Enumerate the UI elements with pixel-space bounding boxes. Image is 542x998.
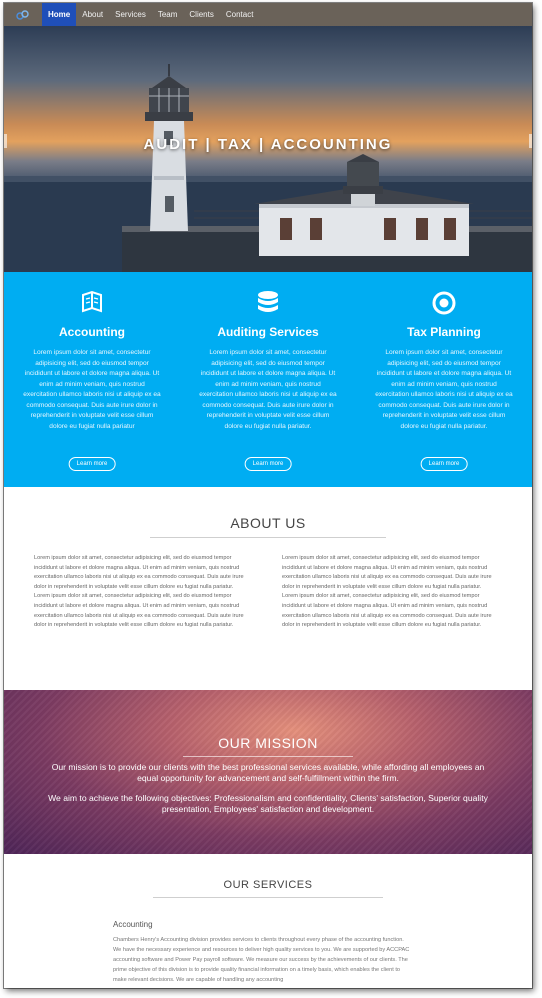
service-heading: Accounting [113, 920, 153, 929]
service-title: Accounting [59, 325, 125, 339]
database-icon [180, 290, 356, 316]
service-title: Auditing Services [217, 325, 319, 339]
about-right-column: Lorem ipsum dolor sit amet, consectetur … [282, 554, 502, 631]
nav-item-contact[interactable]: Contact [220, 3, 260, 26]
about-section: ABOUT US Lorem ipsum dolor sit amet, con… [4, 487, 532, 690]
mission-title: OUR MISSION [218, 735, 318, 751]
logo-icon[interactable] [4, 3, 42, 26]
service-description: Lorem ipsum dolor sit amet, consectetur … [23, 349, 161, 430]
learn-more-button[interactable]: Learn more [420, 457, 468, 471]
service-card-accounting: Accounting Lorem ipsum dolor sit amet, c… [4, 272, 180, 487]
about-title: ABOUT US [230, 515, 306, 531]
browser-page: Home About Services Team Clients Contact [4, 3, 532, 988]
nav-item-services[interactable]: Services [109, 3, 152, 26]
nav-item-home[interactable]: Home [42, 3, 77, 26]
nav-item-clients[interactable]: Clients [183, 3, 219, 26]
service-title: Tax Planning [407, 325, 481, 339]
nav-item-team[interactable]: Team [152, 3, 184, 26]
about-paragraph: Lorem ipsum dolor sit amet, consectetur … [282, 555, 492, 590]
our-services-section: OUR SERVICES Accounting Chambers Henry's… [4, 854, 532, 988]
service-card-auditing: Auditing Services Lorem ipsum dolor sit … [180, 272, 356, 487]
nav-item-about[interactable]: About [76, 3, 109, 26]
service-paragraph: Chambers Henry's Accounting division pro… [113, 937, 410, 983]
learn-more-button[interactable]: Learn more [68, 457, 116, 471]
mission-section: OUR MISSION Our mission is to provide ou… [4, 690, 532, 854]
about-left-column: Lorem ipsum dolor sit amet, consectetur … [34, 554, 254, 631]
mission-statement: Our mission is to provide our clients wi… [51, 762, 485, 783]
service-description: Lorem ipsum dolor sit amet, consectetur … [375, 349, 513, 430]
learn-more-button[interactable]: Learn more [244, 457, 292, 471]
target-icon [356, 290, 532, 316]
top-navbar: Home About Services Team Clients Contact [4, 3, 532, 26]
title-divider [183, 756, 353, 757]
about-paragraph: Lorem ipsum dolor sit amet, consectetur … [34, 555, 244, 590]
about-paragraph: Lorem ipsum dolor sit amet, consectetur … [282, 593, 492, 629]
service-description: Lorem ipsum dolor sit amet, consectetur … [199, 349, 337, 430]
title-divider [153, 897, 383, 898]
mission-objectives: We aim to achieve the following objectiv… [48, 793, 488, 814]
our-services-title: OUR SERVICES [223, 879, 313, 891]
about-paragraph: Lorem ipsum dolor sit amet, consectetur … [34, 593, 244, 629]
book-icon [4, 290, 180, 316]
service-card-tax-planning: Tax Planning Lorem ipsum dolor sit amet,… [356, 272, 532, 487]
hero-banner: AUDIT | TAX | ACCOUNTING [4, 26, 532, 272]
hero-title: AUDIT | TAX | ACCOUNTING [143, 136, 393, 153]
services-band: Accounting Lorem ipsum dolor sit amet, c… [4, 272, 532, 487]
